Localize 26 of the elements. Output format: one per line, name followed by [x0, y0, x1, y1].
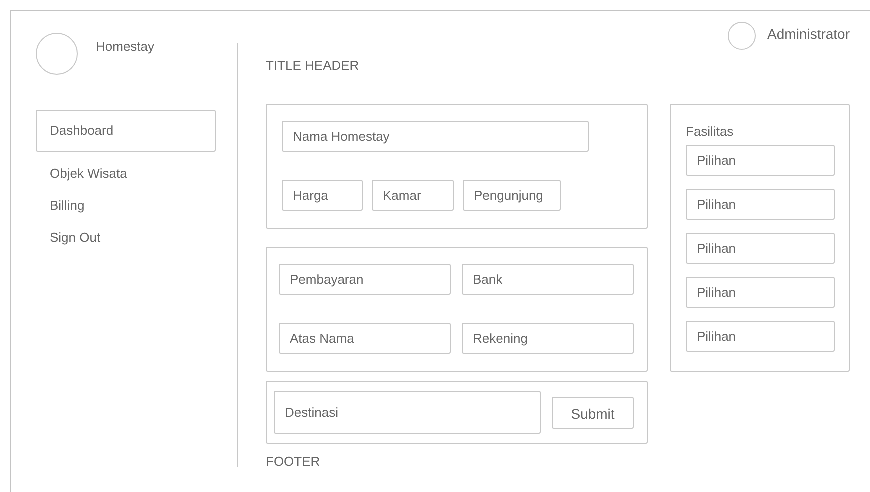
submit-button[interactable]: Submit	[552, 396, 634, 428]
input-field[interactable]: Harga	[282, 180, 363, 211]
avatar-icon[interactable]	[728, 22, 756, 50]
input-field[interactable]: Pilihan	[686, 189, 835, 220]
sidebar-item[interactable]: Sign Out	[36, 221, 216, 253]
footer-text: FOOTER	[266, 454, 322, 469]
input-field[interactable]: Pilihan	[686, 321, 835, 352]
sidebar-item[interactable]: Billing	[36, 189, 216, 221]
sidebar-item[interactable]: Objek Wisata	[36, 157, 216, 189]
logo-circle-icon	[36, 33, 78, 75]
brand-name: Homestay	[96, 38, 155, 56]
input-field[interactable]: Destinasi	[274, 391, 541, 434]
input-field[interactable]: Pilihan	[686, 277, 835, 308]
input-field[interactable]: Pilihan	[686, 233, 835, 264]
input-field[interactable]: Bank	[462, 264, 634, 295]
input-field[interactable]: Pengunjung	[463, 180, 561, 211]
input-field[interactable]: Atas Nama	[279, 323, 451, 354]
input-field[interactable]: Kamar	[372, 180, 454, 211]
input-field[interactable]: Pembayaran	[279, 264, 451, 295]
user-name: Administrator	[768, 26, 850, 44]
sidebar-item[interactable]: Dashboard	[36, 110, 216, 152]
input-field[interactable]: Nama Homestay	[282, 121, 589, 152]
facilities-title: Fasilitas	[686, 124, 735, 140]
input-field[interactable]: Pilihan	[686, 145, 835, 176]
page-title: TITLE HEADER	[266, 58, 360, 74]
input-field[interactable]: Rekening	[462, 323, 634, 354]
